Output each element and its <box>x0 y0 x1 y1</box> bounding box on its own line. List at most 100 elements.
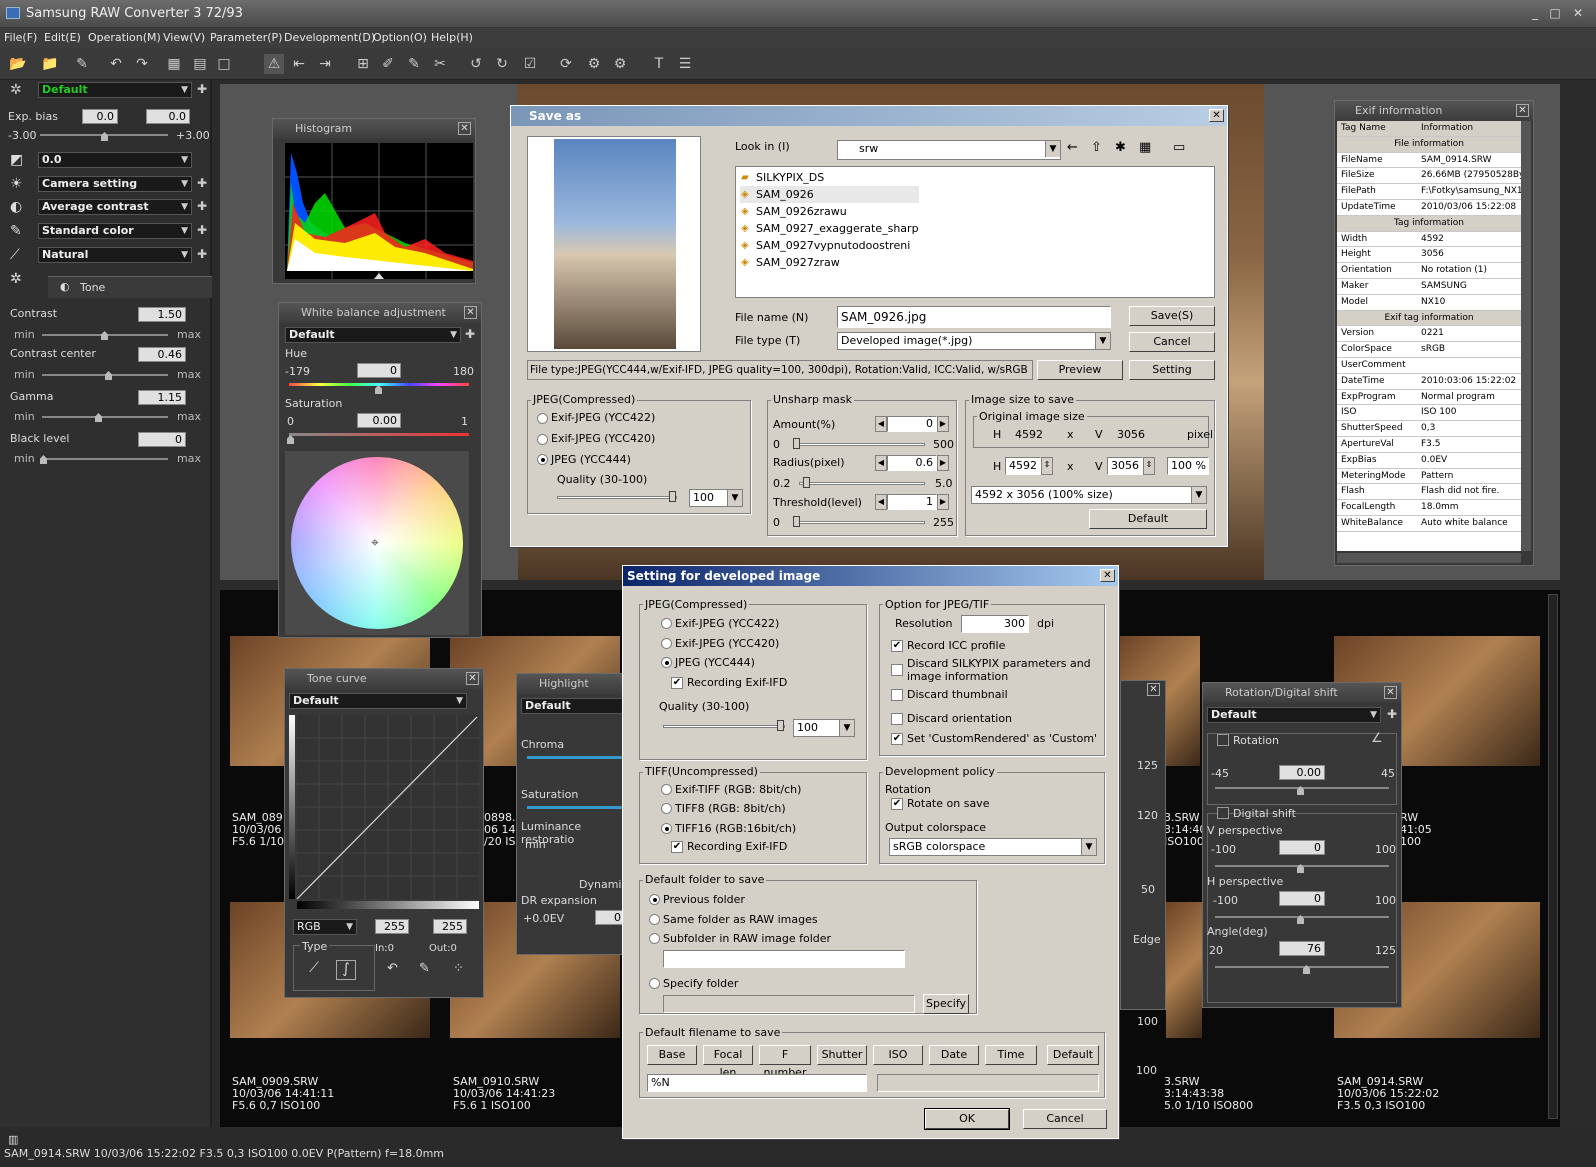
threshold-track[interactable] <box>793 521 925 524</box>
exif-row[interactable]: UpdateTime 2010/03/06 15:22:08 <box>1337 200 1521 216</box>
exif-row[interactable]: Flash Flash did not fire. <box>1337 484 1521 501</box>
iso-button[interactable]: ISO <box>873 1045 923 1065</box>
contrast-center-field[interactable]: 0.46 <box>138 347 186 362</box>
exif-row[interactable]: FilePath F:\Fotky\samsung_NX10 <box>1337 184 1521 200</box>
radius-inc[interactable]: ▶ <box>937 455 949 471</box>
exp-bias-field[interactable]: 0.0 <box>82 109 118 124</box>
size-default-button[interactable]: Default <box>1089 509 1207 529</box>
save-height-spin[interactable]: ⇕ <box>1143 457 1155 475</box>
file-list-item[interactable]: ◈ SAM_0926zrawu <box>740 203 919 220</box>
colorspace-select[interactable]: sRGB colorspace ▼ <box>889 838 1097 856</box>
linear-type-icon[interactable]: ⟋ <box>304 960 324 980</box>
save-button[interactable]: Save(S) <box>1129 306 1215 326</box>
file-type-select[interactable]: Developed image(*.jpg) ▼ <box>837 332 1111 350</box>
exif-row[interactable]: Version 0221 <box>1337 326 1521 343</box>
amount-field[interactable]: 0 <box>887 416 937 432</box>
hue-thumb[interactable] <box>375 385 382 394</box>
shutter-button[interactable]: Shutter <box>817 1045 867 1065</box>
cancel-button[interactable]: Cancel <box>1129 332 1215 352</box>
subfolder-radio[interactable] <box>649 933 660 944</box>
exif-row[interactable]: ColorSpace sRGB <box>1337 342 1521 358</box>
exif-titlebar[interactable]: Exif information ✕ <box>1335 101 1533 121</box>
tone-preset-select[interactable]: Default ▼ <box>289 693 467 709</box>
gamma-track[interactable] <box>42 416 168 418</box>
next-image-icon[interactable]: ⇥ <box>315 54 335 74</box>
batch-develop-icon[interactable]: ⚙ <box>584 54 604 74</box>
mark-icon[interactable]: ☑ <box>520 54 540 74</box>
angle-tool-icon[interactable]: ∠ <box>1371 731 1383 746</box>
sa-quality-select[interactable]: 100 ▼ <box>689 489 743 507</box>
specify-folder-radio[interactable] <box>649 978 660 989</box>
hue-field[interactable]: 0 <box>357 363 401 378</box>
custom-rendered-checkbox[interactable]: ✔ <box>891 733 903 745</box>
tool-icon[interactable]: T <box>649 54 669 74</box>
chroma-track[interactable] <box>527 756 623 759</box>
rotation-titlebar[interactable]: Rotation/Digital shift ✕ <box>1203 683 1401 703</box>
histogram-titlebar[interactable]: Histogram ✕ <box>273 119 475 139</box>
menu-help[interactable]: Help(H) <box>431 31 473 44</box>
discard-thumb-checkbox[interactable] <box>891 689 903 701</box>
wb-close-icon[interactable]: ✕ <box>464 306 477 319</box>
spline-type-icon[interactable]: ∫ <box>336 960 356 980</box>
refresh-icon[interactable]: ⟳ <box>556 54 576 74</box>
noise-close-icon[interactable]: ✕ <box>1147 683 1160 696</box>
threshold-field[interactable]: 1 <box>887 494 937 510</box>
preset-select[interactable]: Default ▼ <box>38 82 192 98</box>
exif-col-info[interactable]: Information <box>1417 121 1473 136</box>
rotate-right-icon[interactable]: ↻ <box>492 54 512 74</box>
exif-row[interactable]: FocalLength 18.0mm <box>1337 500 1521 516</box>
histogram-close-icon[interactable]: ✕ <box>458 122 471 135</box>
tiff-rec-exif-checkbox[interactable]: ✔ <box>671 841 683 853</box>
preview-view-icon[interactable]: □ <box>214 54 234 74</box>
curve-point-icon[interactable]: ⁘ <box>453 961 464 976</box>
setting-cancel-button[interactable]: Cancel <box>1023 1109 1107 1129</box>
notes-icon[interactable]: ☰ <box>675 54 695 74</box>
file-list-item[interactable]: ◈ SAM_0927_exaggerate_sharp <box>740 220 919 237</box>
wb-add-icon[interactable]: ✚ <box>465 327 475 341</box>
black-thumb[interactable] <box>40 455 47 464</box>
sa-quality-track[interactable] <box>557 496 677 499</box>
thumbnail-image[interactable] <box>1166 902 1202 1038</box>
camera-add-icon[interactable]: ✚ <box>197 176 207 190</box>
st-jpeg-444-radio[interactable] <box>661 657 672 668</box>
preview-button[interactable]: Preview <box>1037 360 1123 380</box>
tiff-exif-radio[interactable] <box>661 784 672 795</box>
exif-row[interactable]: Height 3056 <box>1337 247 1521 264</box>
exif-col-tagname[interactable]: Tag Name <box>1337 121 1417 136</box>
exif-row[interactable]: ExpProgram Normal program <box>1337 390 1521 406</box>
menu-view[interactable]: View(V) <box>163 31 205 44</box>
date-button[interactable]: Date <box>929 1045 979 1065</box>
amount-thumb[interactable] <box>793 438 800 449</box>
focal-len-button[interactable]: Focal len <box>703 1045 753 1079</box>
highlight-preset-select[interactable]: Default <box>521 698 623 714</box>
filename-default-button[interactable]: Default <box>1047 1045 1099 1065</box>
radius-thumb[interactable] <box>803 477 810 488</box>
saturation-track[interactable] <box>289 433 469 436</box>
preset-add-icon[interactable]: ✚ <box>197 82 207 96</box>
resolution-field[interactable]: 300 <box>961 615 1029 633</box>
wb-preset-select[interactable]: Default ▼ <box>285 327 461 343</box>
tone-curve-graph[interactable] <box>289 715 479 911</box>
undo-icon[interactable]: ↶ <box>106 54 126 74</box>
exif-row[interactable]: Orientation No rotation (1) <box>1337 263 1521 279</box>
st-quality-track[interactable] <box>663 725 785 728</box>
combined-view-icon[interactable]: ▤ <box>190 54 210 74</box>
save-as-titlebar[interactable]: Save as ✕ <box>511 106 1227 126</box>
prev-image-icon[interactable]: ⇤ <box>289 54 309 74</box>
restore-button[interactable]: □ <box>1546 5 1564 21</box>
exif-row[interactable]: FileName SAM_0914.SRW <box>1337 153 1521 169</box>
file-list-item[interactable]: ◈ SAM_0927zraw <box>740 254 919 271</box>
tone-curve-titlebar[interactable]: Tone curve ✕ <box>285 669 483 689</box>
view-menu-icon[interactable]: ▦ <box>1139 140 1151 155</box>
strip-scrollbar[interactable] <box>1548 594 1558 1119</box>
exif-hscroll[interactable] <box>1337 553 1521 563</box>
st-quality-thumb[interactable] <box>777 720 784 731</box>
threshold-inc[interactable]: ▶ <box>937 494 949 510</box>
amount-track[interactable] <box>793 443 925 446</box>
exp-bias-field-2[interactable]: 0.0 <box>146 109 190 124</box>
sa-quality-thumb[interactable] <box>669 491 676 502</box>
black-level-field[interactable]: 0 <box>138 432 186 447</box>
time-button[interactable]: Time <box>985 1045 1037 1065</box>
specify-folder-input[interactable] <box>663 995 915 1013</box>
sa-jpeg-444-radio[interactable] <box>537 454 548 465</box>
